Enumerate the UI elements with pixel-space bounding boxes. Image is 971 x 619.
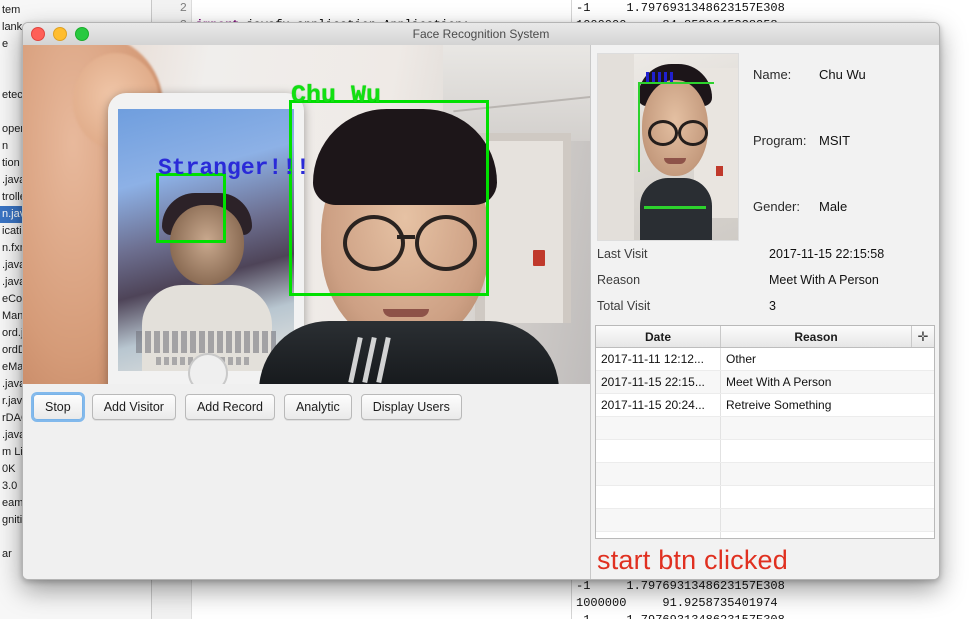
photo-face-box-bottom xyxy=(644,206,706,209)
photo-glasses-right xyxy=(678,120,708,146)
camera-feed[interactable]: Chu Wu Stranger!!! xyxy=(23,45,590,384)
add-column-icon[interactable]: ✛ xyxy=(912,326,934,347)
tree-item[interactable]: tem xyxy=(0,2,151,19)
cell-date xyxy=(596,486,721,508)
cell-date xyxy=(596,440,721,462)
console-line: -1 1.7976931348623157E308 xyxy=(576,1,785,15)
console-line: 1000000 91.9258735401974 xyxy=(576,596,778,610)
face-box-known xyxy=(289,100,489,296)
cell-reason xyxy=(721,486,934,508)
profile-field: Name: Chu Wu xyxy=(753,67,939,133)
face-box-unknown xyxy=(156,173,226,243)
table-row[interactable] xyxy=(596,486,934,509)
visit-info-row: Reason Meet With A Person xyxy=(597,267,939,293)
table-header-row: Date Reason ✛ xyxy=(596,326,934,348)
cell-reason: Retreive Something xyxy=(726,398,832,412)
cell-reason xyxy=(721,509,934,531)
line-number: 2 xyxy=(179,1,187,15)
video-panel: Chu Wu Stranger!!! Stop Add Visitor Add Re… xyxy=(23,45,590,579)
phone-caption-line xyxy=(136,331,276,353)
console-line: -1 1.7976931348623157E308 xyxy=(572,612,971,619)
table-body[interactable]: 2017-11-11 12:12... Other 2017-11-15 22:15… xyxy=(596,348,934,538)
column-header-date[interactable]: Date xyxy=(596,326,721,347)
profile-photo xyxy=(597,53,739,241)
photo-face-box-top xyxy=(638,82,714,84)
window-body: Chu Wu Stranger!!! Stop Add Visitor Add Re… xyxy=(23,45,939,579)
visit-info-section: Last Visit 2017-11-15 22:15:58 Reason Meet … xyxy=(591,237,939,323)
cell-date: 2017-11-15 20:24... xyxy=(596,394,721,416)
display-users-button[interactable]: Display Users xyxy=(360,394,462,420)
add-record-button[interactable]: Add Record xyxy=(184,394,275,420)
person-mouth xyxy=(383,309,429,317)
profile-section: Name: Chu Wu Program: MSIT Gender: Male xyxy=(591,45,939,241)
console-line: -1 1.7976931348623157E308 xyxy=(576,579,785,593)
visit-info-value: 2017-11-15 22:15:58 xyxy=(769,247,885,261)
face-recognition-window[interactable]: Face Recognition System Chu Wu Stranger!… xyxy=(22,22,940,580)
table-row[interactable]: 2017-11-11 12:12... Other xyxy=(596,348,934,371)
cell-reason xyxy=(721,417,934,439)
table-row[interactable] xyxy=(596,509,934,532)
person-shoulders xyxy=(259,321,559,384)
analytic-button[interactable]: Analytic xyxy=(283,394,352,420)
window-title: Face Recognition System xyxy=(412,27,550,41)
field-value: MSIT xyxy=(819,133,851,148)
cell-date xyxy=(596,463,721,485)
photo-glasses-left xyxy=(648,120,678,146)
status-message: start btn clicked xyxy=(597,545,788,575)
cell-date: 2017-11-11 12:12... xyxy=(596,348,721,370)
cell-date xyxy=(596,532,721,538)
cell-reason xyxy=(721,463,934,485)
cell-reason: Other xyxy=(726,352,757,366)
code-line[interactable] xyxy=(196,0,571,17)
face-label-unknown: Stranger!!! xyxy=(158,155,310,181)
photo-hallway xyxy=(598,54,634,240)
visit-info-label: Last Visit xyxy=(597,247,648,261)
cell-reason xyxy=(721,532,934,538)
table-row[interactable] xyxy=(596,417,934,440)
profile-fields: Name: Chu Wu Program: MSIT Gender: Male xyxy=(739,53,939,237)
stop-button[interactable]: Stop xyxy=(33,394,83,420)
field-label: Name: xyxy=(753,67,792,82)
cell-date: 2017-11-15 22:15... xyxy=(596,371,721,393)
visit-history-table[interactable]: Date Reason ✛ 2017-11-11 12:12... Other 20… xyxy=(595,325,935,539)
cell-date xyxy=(596,509,721,531)
photo-landmark-dots xyxy=(646,72,676,82)
cell-reason xyxy=(721,440,934,462)
visit-info-row: Total Visit 3 xyxy=(597,293,939,319)
visit-info-row: Last Visit 2017-11-15 22:15:58 xyxy=(597,241,939,267)
field-label: Program: xyxy=(753,133,807,148)
add-visitor-button[interactable]: Add Visitor xyxy=(91,394,176,420)
visit-info-label: Reason xyxy=(597,273,641,287)
column-header-reason[interactable]: Reason xyxy=(721,326,912,347)
details-panel: Name: Chu Wu Program: MSIT Gender: Male Last … xyxy=(590,45,939,579)
table-row[interactable]: 2017-11-15 20:24... Retreive Something xyxy=(596,394,934,417)
photo-red-sign xyxy=(716,166,723,176)
scene-red-sign xyxy=(533,250,545,266)
face-label-known: Chu Wu xyxy=(291,81,382,110)
visit-info-label: Total Visit xyxy=(597,299,651,313)
photo-mouth xyxy=(664,158,686,164)
profile-field: Program: MSIT xyxy=(753,133,939,199)
photo-face-box-left xyxy=(638,82,640,172)
field-value: Chu Wu xyxy=(819,67,866,82)
cell-date xyxy=(596,417,721,439)
table-row[interactable]: 2017-11-15 22:15... Meet With A Person xyxy=(596,371,934,394)
action-button-bar: Stop Add Visitor Add Record Analytic Display… xyxy=(23,384,590,430)
table-row[interactable] xyxy=(596,440,934,463)
window-titlebar[interactable]: Face Recognition System xyxy=(23,23,939,46)
table-row[interactable] xyxy=(596,532,934,538)
cell-reason: Meet With A Person xyxy=(726,375,832,389)
photo-body xyxy=(640,178,712,240)
visit-info-value: 3 xyxy=(769,299,776,313)
visit-info-value: Meet With A Person xyxy=(769,273,879,287)
table-row[interactable] xyxy=(596,463,934,486)
